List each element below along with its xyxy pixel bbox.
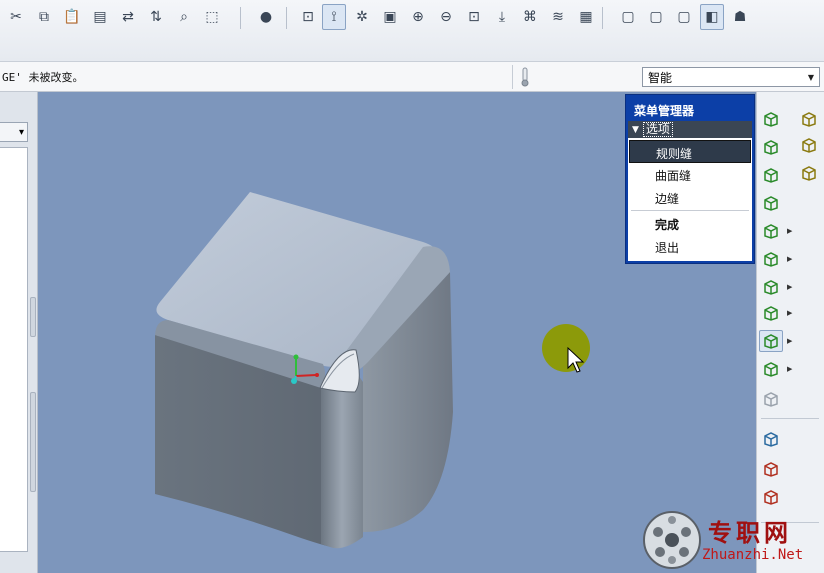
watermark-url: Zhuanzhi.Net (702, 547, 804, 563)
watermark-logo-icon (643, 511, 701, 569)
thermometer-icon (521, 67, 529, 87)
toolbar-row: ✂ ⧉ 📋 ▤ ⇄ ⇅ ⌕ ⬚ ● ⊡ ⟟ ✲ ▣ ⊕ ⊖ ⊡ ⤓ ⌘ ≋ ▦ ▢ ▢ ▢ ◧ ☗ (0, 4, 824, 32)
revolve-icon[interactable] (759, 192, 783, 214)
chevron-down-icon: ▾ (18, 126, 24, 138)
message-text: GE' 未被改变。 (2, 71, 84, 84)
menu-divider (631, 210, 749, 211)
navigator-panel: ▾ (0, 92, 38, 573)
flyout-arrow-icon[interactable]: ▶ (787, 283, 792, 291)
appearance-sphere-icon[interactable]: ● (254, 4, 278, 30)
menu-quit-button[interactable]: 退出 (629, 235, 751, 258)
watermark-title: 专职网 (708, 518, 792, 547)
shading-icon[interactable]: ◧ (700, 4, 724, 30)
message-divider (512, 65, 513, 89)
toolbar-separator (240, 7, 241, 29)
blend-icon[interactable] (759, 248, 783, 270)
flyout-arrow-icon[interactable]: ▶ (787, 337, 792, 345)
datum-plane-icon[interactable] (759, 108, 783, 130)
menu-manager-title: 菜单管理器 (634, 104, 695, 118)
menu-item-rule-seam[interactable]: 规则缝 (629, 140, 751, 163)
model-tree-area[interactable] (0, 147, 28, 552)
spin-center-icon[interactable]: ⟟ (322, 4, 346, 30)
no-hidden-icon[interactable]: ▢ (672, 4, 696, 30)
zoom-out-icon[interactable]: ⊖ (434, 4, 458, 30)
menu-section-header[interactable]: ▼ 选项 (628, 121, 752, 138)
sweep-icon[interactable] (759, 220, 783, 242)
find-icon[interactable]: ⌕ (172, 4, 196, 30)
view-manager-icon[interactable]: ▣ (378, 4, 402, 30)
round-icon[interactable] (759, 388, 783, 410)
wireframe-icon[interactable]: ▢ (616, 4, 640, 30)
curve-icon[interactable] (759, 428, 783, 450)
refit-icon[interactable]: ⊡ (462, 4, 486, 30)
menu-manager: 菜单管理器 ▼ 选项 规则缝 曲面缝 边缝 完成 退出 (625, 94, 755, 264)
orient-mode-icon[interactable]: ✲ (350, 4, 374, 30)
main-toolbar: ✂ ⧉ 📋 ▤ ⇄ ⇅ ⌕ ⬚ ● ⊡ ⟟ ✲ ▣ ⊕ ⊖ ⊡ ⤓ ⌘ ≋ ▦ ▢ ▢ ▢ ◧ ☗ (0, 0, 824, 62)
cut-icon[interactable]: ✂ (4, 4, 28, 30)
sketch-tool-icon[interactable] (797, 108, 821, 130)
watermark: 专职网 Zhuanzhi.Net (642, 507, 824, 573)
message-bar: GE' 未被改变。 智能 ▼ (0, 62, 824, 92)
regen-manager-icon[interactable]: ⇅ (144, 4, 168, 30)
collapse-triangle-icon[interactable]: ▼ (632, 125, 639, 135)
flyout-arrow-icon[interactable]: ▶ (787, 365, 792, 373)
toolbar-separator (286, 7, 287, 29)
panel-scrollbar[interactable] (30, 392, 36, 492)
menu-section-label: 选项 (642, 122, 673, 137)
plane-surface-icon[interactable] (759, 458, 783, 480)
toolbar-separator (761, 418, 819, 419)
app-window: ✂ ⧉ 📋 ▤ ⇄ ⇅ ⌕ ⬚ ● ⊡ ⟟ ✲ ▣ ⊕ ⊖ ⊡ ⤓ ⌘ ≋ ▦ ▢ ▢ ▢ ◧ ☗ GE' 未被改变。 智能 ▼… (0, 0, 824, 573)
draft-icon[interactable] (759, 358, 783, 380)
filter-value: 智能 (648, 70, 673, 85)
menu-done-button[interactable]: 完成 (629, 212, 751, 235)
hole-icon[interactable] (759, 276, 783, 298)
cube-round-edge-vertical[interactable] (321, 372, 363, 549)
navigator-tab[interactable]: ▾ (0, 122, 28, 142)
select-box-icon[interactable]: ⬚ (200, 4, 224, 30)
cursor-highlight (542, 324, 590, 372)
paste-special-icon[interactable]: ▤ (88, 4, 112, 30)
extrude-icon[interactable] (759, 164, 783, 186)
rib-icon[interactable] (759, 330, 783, 352)
reorient-icon[interactable]: ⤓ (490, 4, 514, 30)
shell-icon[interactable] (759, 302, 783, 324)
panel-splitter-handle[interactable] (30, 297, 36, 337)
toolbar-separator (602, 7, 603, 29)
paste-icon[interactable]: 📋 (60, 4, 84, 30)
layers-icon[interactable]: ≋ (546, 4, 570, 30)
datum-point-icon[interactable] (797, 134, 821, 156)
menu-item-edge-seam[interactable]: 边缝 (629, 186, 751, 209)
feature-toolbar: ▶ ▶ ▶ ▶ ▶ ▶ (756, 92, 824, 573)
flyout-arrow-icon[interactable]: ▶ (787, 255, 792, 263)
hidden-line-icon[interactable]: ▢ (644, 4, 668, 30)
repaint-icon[interactable]: ⊡ (296, 4, 320, 30)
filter-select[interactable]: 智能 ▼ (642, 67, 820, 87)
line-tool-icon[interactable] (759, 486, 783, 508)
menu-item-surface-seam[interactable]: 曲面缝 (629, 163, 751, 186)
view-list-icon[interactable]: ▦ (574, 4, 598, 30)
chevron-down-icon[interactable]: ▼ (803, 68, 819, 86)
saved-views-icon[interactable]: ⌘ (518, 4, 542, 30)
regenerate-icon[interactable]: ⇄ (116, 4, 140, 30)
flyout-arrow-icon[interactable]: ▶ (787, 227, 792, 235)
zoom-in-icon[interactable]: ⊕ (406, 4, 430, 30)
coordinate-system-tool-icon[interactable] (797, 162, 821, 184)
menu-options-list: 规则缝 曲面缝 边缝 完成 退出 (628, 138, 752, 261)
model-tree-icon[interactable]: ☗ (728, 4, 752, 30)
datum-axis-icon[interactable] (759, 136, 783, 158)
copy-icon[interactable]: ⧉ (32, 4, 56, 30)
flyout-arrow-icon[interactable]: ▶ (787, 309, 792, 317)
